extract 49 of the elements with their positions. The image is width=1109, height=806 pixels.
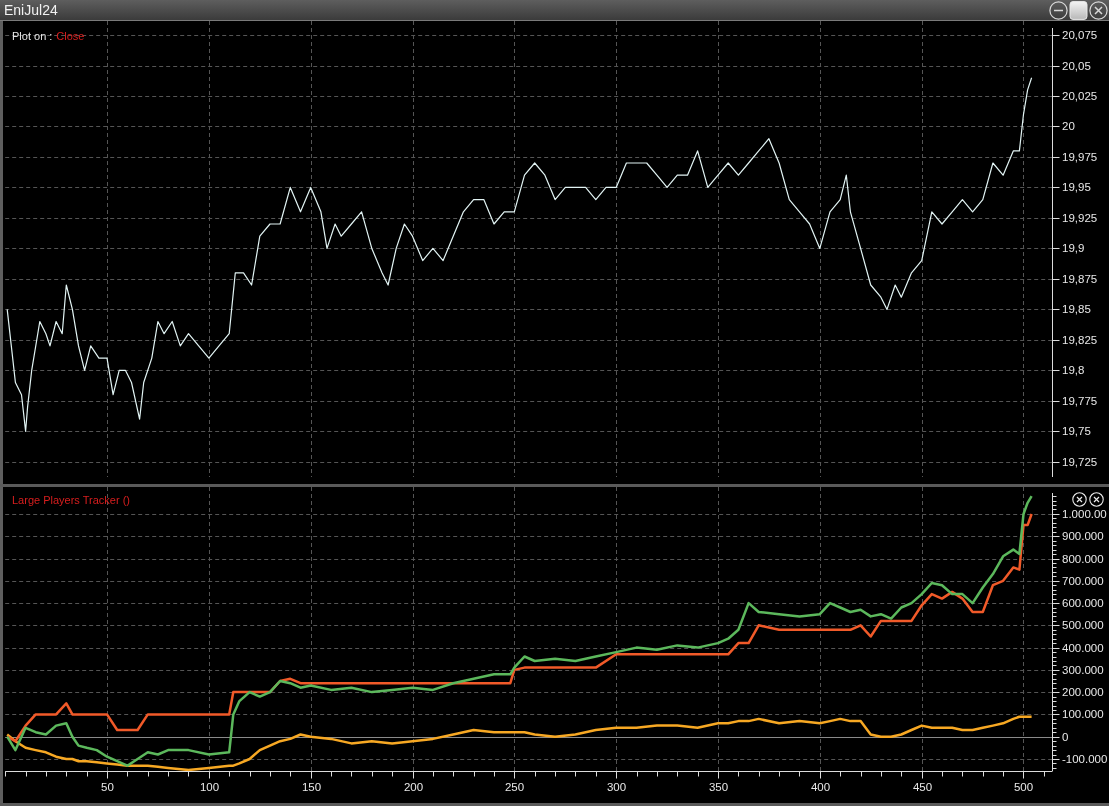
close-icon — [1089, 0, 1108, 20]
y-axis-label: 600.000 — [1062, 597, 1104, 610]
y-axis-label: 19,725 — [1062, 455, 1098, 468]
x-axis-label: 200 — [403, 781, 424, 793]
y-axis-label: 20,075 — [1062, 29, 1098, 41]
y-axis-label: 0 — [1062, 730, 1069, 743]
y-axis-label: 19,925 — [1062, 211, 1098, 224]
minimize-icon — [1049, 0, 1068, 20]
close-icon[interactable] — [1072, 492, 1087, 507]
y-axis-label: 1.000.00 — [1062, 507, 1107, 520]
y-axis-label: 900.000 — [1062, 530, 1104, 543]
plot-field-label: Close — [56, 30, 85, 43]
maximize-button[interactable] — [1069, 0, 1088, 20]
window-title: EniJul24 — [4, 2, 58, 18]
y-axis-label: 19,875 — [1062, 272, 1098, 285]
y-axis-label: 100.000 — [1062, 708, 1104, 721]
x-axis-label: 150 — [301, 781, 322, 793]
y-axis-label: 19,95 — [1062, 181, 1091, 194]
x-axis-label: 50 — [101, 781, 114, 793]
x-axis-label: 100 — [199, 781, 220, 793]
y-axis-label: 19,825 — [1062, 333, 1098, 346]
x-axis-label: 300 — [606, 781, 627, 793]
y-axis-label: 700.000 — [1062, 574, 1104, 587]
y-axis-label: 19,85 — [1062, 303, 1091, 316]
close-button[interactable] — [1089, 0, 1108, 20]
y-axis-label: 19,775 — [1062, 394, 1098, 407]
y-axis-label: 400.000 — [1062, 641, 1104, 654]
y-axis-label: 19,9 — [1062, 242, 1085, 255]
y-axis-label: 20 — [1062, 120, 1075, 133]
y-axis-label: 300.000 — [1062, 663, 1104, 676]
x-axis-label: 400 — [810, 781, 831, 793]
maximize-icon — [1069, 0, 1088, 20]
x-axis-label: 350 — [708, 781, 729, 793]
x-axis-label: 500 — [1013, 781, 1034, 793]
plot-on-label: Plot on : — [12, 30, 53, 43]
y-axis-label: -100.000 — [1062, 752, 1108, 765]
y-axis-label: 19,8 — [1062, 364, 1085, 377]
minimize-button[interactable] — [1049, 0, 1068, 20]
y-axis-label: 19,975 — [1062, 150, 1098, 163]
y-axis-label: 20,025 — [1062, 90, 1098, 102]
y-axis-label: 500.000 — [1062, 619, 1104, 632]
x-axis-label: 450 — [912, 781, 933, 793]
indicator-title: Large Players Tracker () — [12, 494, 130, 506]
y-axis-label: 19,75 — [1062, 425, 1091, 438]
y-axis-label: 800.000 — [1062, 552, 1104, 565]
y-axis-label: 20,05 — [1062, 59, 1091, 72]
close-icon[interactable] — [1089, 492, 1104, 507]
x-axis-label: 250 — [504, 781, 525, 793]
y-axis-label: 200.000 — [1062, 686, 1104, 699]
